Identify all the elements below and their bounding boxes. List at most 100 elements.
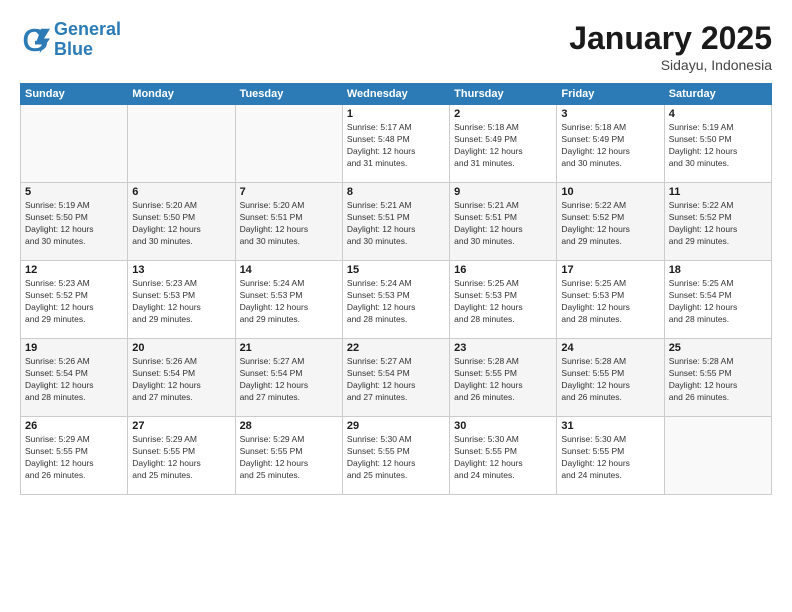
header-friday: Friday <box>557 84 664 105</box>
date-number: 31 <box>561 420 659 432</box>
date-number: 15 <box>347 264 445 276</box>
date-number: 3 <box>561 108 659 120</box>
day-cell: 22 Sunrise: 5:27 AM Sunset: 5:54 PM Dayli… <box>342 339 449 417</box>
day-cell: 19Sunrise: 5:26 AM Sunset: 5:54 PM Dayli… <box>21 339 128 417</box>
day-info: Sunrise: 5:25 AM Sunset: 5:53 PM Dayligh… <box>454 278 552 326</box>
day-info: Sunrise: 5:30 AM Sunset: 5:55 PM Dayligh… <box>347 434 445 482</box>
date-number: 5 <box>25 186 123 198</box>
date-number: 24 <box>561 342 659 354</box>
day-info: Sunrise: 5:22 AM Sunset: 5:52 PM Dayligh… <box>669 200 767 248</box>
date-number: 8 <box>347 186 445 198</box>
date-number: 17 <box>561 264 659 276</box>
header-monday: Monday <box>128 84 235 105</box>
date-number: 1 <box>347 108 445 120</box>
week-row-2: 5 Sunrise: 5:19 AM Sunset: 5:50 PM Daylig… <box>21 183 772 261</box>
logo-text: General Blue <box>54 20 121 60</box>
date-number: 18 <box>669 264 767 276</box>
day-info: Sunrise: 5:26 AM Sunset: 5:54 PM Dayligh… <box>132 356 230 404</box>
week-row-1: 1 Sunrise: 5:17 AM Sunset: 5:48 PM Daylig… <box>21 105 772 183</box>
day-cell: 31 Sunrise: 5:30 AM Sunset: 5:55 PM Dayli… <box>557 417 664 495</box>
day-info: Sunrise: 5:27 AM Sunset: 5:54 PM Dayligh… <box>240 356 338 404</box>
day-info: Sunrise: 5:21 AM Sunset: 5:51 PM Dayligh… <box>454 200 552 248</box>
date-number: 27 <box>132 420 230 432</box>
date-number: 2 <box>454 108 552 120</box>
day-cell: 1 Sunrise: 5:17 AM Sunset: 5:48 PM Daylig… <box>342 105 449 183</box>
date-number: 21 <box>240 342 338 354</box>
day-info: Sunrise: 5:28 AM Sunset: 5:55 PM Dayligh… <box>454 356 552 404</box>
day-info: Sunrise: 5:17 AM Sunset: 5:48 PM Dayligh… <box>347 122 445 170</box>
day-info: Sunrise: 5:29 AM Sunset: 5:55 PM Dayligh… <box>25 434 123 482</box>
header-wednesday: Wednesday <box>342 84 449 105</box>
calendar-table: Sunday Monday Tuesday Wednesday Thursday… <box>20 83 772 495</box>
date-number: 23 <box>454 342 552 354</box>
day-cell <box>21 105 128 183</box>
day-info: Sunrise: 5:24 AM Sunset: 5:53 PM Dayligh… <box>347 278 445 326</box>
day-cell: 24 Sunrise: 5:28 AM Sunset: 5:55 PM Dayli… <box>557 339 664 417</box>
day-info: Sunrise: 5:22 AM Sunset: 5:52 PM Dayligh… <box>561 200 659 248</box>
day-cell: 6 Sunrise: 5:20 AM Sunset: 5:50 PM Daylig… <box>128 183 235 261</box>
date-number: 25 <box>669 342 767 354</box>
day-cell: 20Sunrise: 5:26 AM Sunset: 5:54 PM Dayli… <box>128 339 235 417</box>
day-cell: 29 Sunrise: 5:30 AM Sunset: 5:55 PM Dayli… <box>342 417 449 495</box>
day-cell: 8 Sunrise: 5:21 AM Sunset: 5:51 PM Daylig… <box>342 183 449 261</box>
date-number: 14 <box>240 264 338 276</box>
date-number: 4 <box>669 108 767 120</box>
title-block: January 2025 Sidayu, Indonesia <box>569 20 772 73</box>
week-row-3: 12Sunrise: 5:23 AM Sunset: 5:52 PM Dayli… <box>21 261 772 339</box>
day-info: Sunrise: 5:18 AM Sunset: 5:49 PM Dayligh… <box>561 122 659 170</box>
day-cell <box>664 417 771 495</box>
day-info: Sunrise: 5:18 AM Sunset: 5:49 PM Dayligh… <box>454 122 552 170</box>
day-info: Sunrise: 5:24 AM Sunset: 5:53 PM Dayligh… <box>240 278 338 326</box>
day-cell: 23 Sunrise: 5:28 AM Sunset: 5:55 PM Dayli… <box>450 339 557 417</box>
day-cell: 26 Sunrise: 5:29 AM Sunset: 5:55 PM Dayli… <box>21 417 128 495</box>
day-cell <box>235 105 342 183</box>
day-cell: 28 Sunrise: 5:29 AM Sunset: 5:55 PM Dayli… <box>235 417 342 495</box>
date-number: 26 <box>25 420 123 432</box>
day-info: Sunrise: 5:19 AM Sunset: 5:50 PM Dayligh… <box>669 122 767 170</box>
day-info: Sunrise: 5:30 AM Sunset: 5:55 PM Dayligh… <box>454 434 552 482</box>
date-number: 28 <box>240 420 338 432</box>
day-info: Sunrise: 5:27 AM Sunset: 5:54 PM Dayligh… <box>347 356 445 404</box>
logo-icon <box>20 25 50 55</box>
day-cell <box>128 105 235 183</box>
day-cell: 18Sunrise: 5:25 AM Sunset: 5:54 PM Dayli… <box>664 261 771 339</box>
day-info: Sunrise: 5:20 AM Sunset: 5:50 PM Dayligh… <box>132 200 230 248</box>
page: General Blue January 2025 Sidayu, Indone… <box>0 0 792 612</box>
day-info: Sunrise: 5:20 AM Sunset: 5:51 PM Dayligh… <box>240 200 338 248</box>
date-number: 12 <box>25 264 123 276</box>
header-thursday: Thursday <box>450 84 557 105</box>
day-info: Sunrise: 5:21 AM Sunset: 5:51 PM Dayligh… <box>347 200 445 248</box>
day-cell: 21 Sunrise: 5:27 AM Sunset: 5:54 PM Dayli… <box>235 339 342 417</box>
day-info: Sunrise: 5:19 AM Sunset: 5:50 PM Dayligh… <box>25 200 123 248</box>
date-number: 22 <box>347 342 445 354</box>
day-cell: 15 Sunrise: 5:24 AM Sunset: 5:53 PM Dayli… <box>342 261 449 339</box>
header-sunday: Sunday <box>21 84 128 105</box>
date-number: 16 <box>454 264 552 276</box>
day-cell: 5 Sunrise: 5:19 AM Sunset: 5:50 PM Daylig… <box>21 183 128 261</box>
week-row-5: 26 Sunrise: 5:29 AM Sunset: 5:55 PM Dayli… <box>21 417 772 495</box>
day-cell: 2 Sunrise: 5:18 AM Sunset: 5:49 PM Daylig… <box>450 105 557 183</box>
day-cell: 11Sunrise: 5:22 AM Sunset: 5:52 PM Dayli… <box>664 183 771 261</box>
day-info: Sunrise: 5:23 AM Sunset: 5:53 PM Dayligh… <box>132 278 230 326</box>
day-cell: 25 Sunrise: 5:28 AM Sunset: 5:55 PM Dayli… <box>664 339 771 417</box>
day-cell: 30Sunrise: 5:30 AM Sunset: 5:55 PM Dayli… <box>450 417 557 495</box>
day-info: Sunrise: 5:28 AM Sunset: 5:55 PM Dayligh… <box>669 356 767 404</box>
day-cell: 27 Sunrise: 5:29 AM Sunset: 5:55 PM Dayli… <box>128 417 235 495</box>
day-cell: 13Sunrise: 5:23 AM Sunset: 5:53 PM Dayli… <box>128 261 235 339</box>
day-cell: 12Sunrise: 5:23 AM Sunset: 5:52 PM Dayli… <box>21 261 128 339</box>
day-info: Sunrise: 5:29 AM Sunset: 5:55 PM Dayligh… <box>132 434 230 482</box>
logo-general: General <box>54 19 121 39</box>
header-tuesday: Tuesday <box>235 84 342 105</box>
header-row: Sunday Monday Tuesday Wednesday Thursday… <box>21 84 772 105</box>
date-number: 10 <box>561 186 659 198</box>
day-info: Sunrise: 5:28 AM Sunset: 5:55 PM Dayligh… <box>561 356 659 404</box>
date-number: 29 <box>347 420 445 432</box>
day-info: Sunrise: 5:30 AM Sunset: 5:55 PM Dayligh… <box>561 434 659 482</box>
day-info: Sunrise: 5:29 AM Sunset: 5:55 PM Dayligh… <box>240 434 338 482</box>
day-cell: 3 Sunrise: 5:18 AM Sunset: 5:49 PM Daylig… <box>557 105 664 183</box>
day-cell: 16 Sunrise: 5:25 AM Sunset: 5:53 PM Dayli… <box>450 261 557 339</box>
date-number: 6 <box>132 186 230 198</box>
calendar-body: 1 Sunrise: 5:17 AM Sunset: 5:48 PM Daylig… <box>21 105 772 495</box>
day-cell: 14 Sunrise: 5:24 AM Sunset: 5:53 PM Dayli… <box>235 261 342 339</box>
header-saturday: Saturday <box>664 84 771 105</box>
